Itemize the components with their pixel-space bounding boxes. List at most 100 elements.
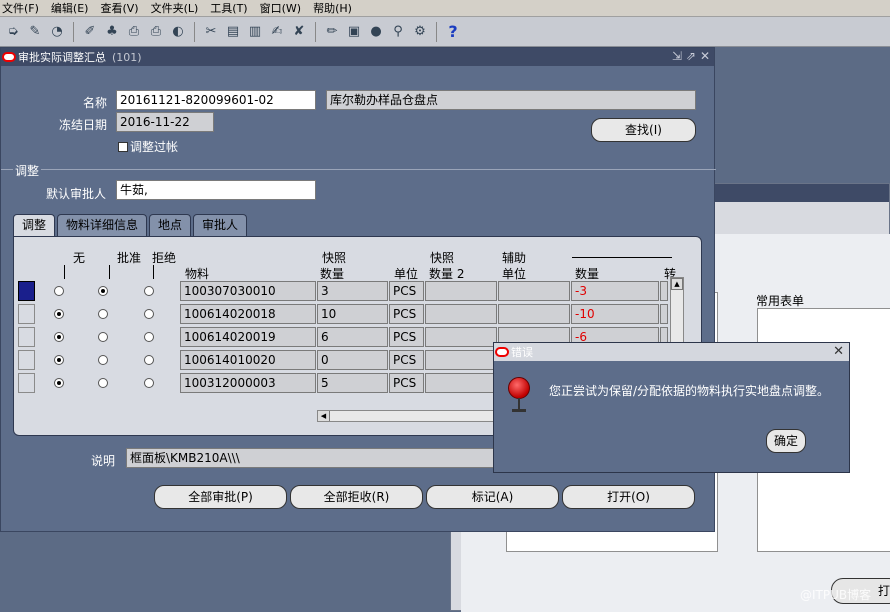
freeze-date-field[interactable]: 2016-11-22	[116, 112, 214, 132]
edit-icon[interactable]: ✏	[323, 23, 341, 41]
qty2-cell[interactable]	[425, 350, 497, 370]
scroll-up-icon[interactable]: ▲	[671, 278, 683, 290]
qty-cell[interactable]: 10	[317, 304, 388, 324]
menu-window[interactable]: 窗口(W)	[260, 0, 301, 16]
menu-folder[interactable]: 文件夹(L)	[151, 0, 199, 16]
radio-reject[interactable]	[144, 378, 154, 388]
radio-reject[interactable]	[144, 286, 154, 296]
new-icon[interactable]: ➭	[4, 23, 22, 41]
aux-uom-cell[interactable]	[498, 281, 570, 301]
flashlight-icon[interactable]: ✎	[26, 23, 44, 41]
radio-none[interactable]	[54, 309, 64, 319]
description-field[interactable]: 库尔勒办样品仓盘点	[326, 90, 696, 110]
radio-reject[interactable]	[144, 309, 154, 319]
uom-cell[interactable]: PCS	[389, 327, 424, 347]
menu-view[interactable]: 查看(V)	[100, 0, 138, 16]
close-icon[interactable]: ✕	[700, 49, 710, 63]
note-field[interactable]: 框面板\KMB210A\\\	[126, 448, 498, 468]
row-selector[interactable]	[18, 281, 35, 301]
uom-cell[interactable]: PCS	[389, 350, 424, 370]
help-icon[interactable]: ?	[444, 22, 462, 41]
vertical-scrollbar[interactable]: ▲	[670, 277, 684, 347]
minimize-icon[interactable]: ⇲	[672, 49, 682, 63]
zoom-icon[interactable]: ◐	[169, 23, 187, 41]
maximize-icon[interactable]: ⇗	[686, 49, 696, 63]
reject-all-button[interactable]: 全部拒收(R)	[290, 485, 423, 509]
item-cell[interactable]: 100312000003	[180, 373, 316, 393]
ok-button[interactable]: 确定	[766, 429, 806, 453]
qty-cell[interactable]: 5	[317, 373, 388, 393]
toolbar: ➭ ✎ ◔ ✐ ♣ ⎙ ⎙ ◐ ✂ ▤ ▥ ✍ ✘ ✏ ▣ ● ⚲ ⚙ ?	[0, 17, 890, 47]
radio-none[interactable]	[54, 332, 64, 342]
menu-tools[interactable]: 工具(T)	[210, 0, 247, 16]
scroll-left-icon[interactable]: ◀	[318, 411, 330, 421]
row-selector[interactable]	[18, 327, 35, 347]
aux-uom-cell[interactable]	[498, 304, 570, 324]
more-cell[interactable]	[660, 281, 668, 301]
radio-reject[interactable]	[144, 355, 154, 365]
row-selector[interactable]	[18, 304, 35, 324]
adjust-qty-cell[interactable]: -3	[571, 281, 659, 301]
name-label: 名称	[83, 96, 108, 110]
menu-help[interactable]: 帮助(H)	[313, 0, 352, 16]
qty2-cell[interactable]	[425, 373, 497, 393]
radio-none[interactable]	[54, 378, 64, 388]
radio-none[interactable]	[54, 355, 64, 365]
adjust-posted-checkbox[interactable]: 调整过帐	[118, 138, 178, 155]
radio-approve[interactable]	[98, 286, 108, 296]
more-cell[interactable]	[660, 304, 668, 324]
radio-none[interactable]	[54, 286, 64, 296]
qty-cell[interactable]: 3	[317, 281, 388, 301]
checkbox-box[interactable]	[118, 141, 128, 152]
tab-adjust[interactable]: 调整	[13, 214, 56, 236]
tab-item-details[interactable]: 物料详细信息	[57, 214, 148, 236]
tree-icon[interactable]: ♣	[103, 23, 121, 41]
item-cell[interactable]: 100614020019	[180, 327, 316, 347]
print-icon[interactable]: ⎙	[125, 23, 143, 41]
qty-cell[interactable]: 0	[317, 350, 388, 370]
mark-button[interactable]: 标记(A)	[426, 485, 559, 509]
close-icon[interactable]: ✕	[833, 344, 844, 359]
uom-cell[interactable]: PCS	[389, 373, 424, 393]
find-button[interactable]: 查找(I)	[591, 118, 696, 142]
qty2-cell[interactable]	[425, 304, 497, 324]
clear-icon[interactable]: ✍	[268, 23, 286, 41]
attachment-icon[interactable]: ▣	[345, 23, 363, 41]
uom-cell[interactable]: PCS	[389, 304, 424, 324]
qty-cell[interactable]: 6	[317, 327, 388, 347]
row-selector[interactable]	[18, 350, 35, 370]
item-cell[interactable]: 100307030010	[180, 281, 316, 301]
paste-icon[interactable]: ▥	[246, 23, 264, 41]
menu-edit[interactable]: 编辑(E)	[51, 0, 89, 16]
radio-approve[interactable]	[98, 332, 108, 342]
qty2-cell[interactable]	[425, 281, 497, 301]
horizontal-scrollbar[interactable]: ◀	[317, 410, 497, 422]
radio-approve[interactable]	[98, 378, 108, 388]
adjust-qty-cell[interactable]: -10	[571, 304, 659, 324]
radio-reject[interactable]	[144, 332, 154, 342]
copy-icon[interactable]: ▤	[224, 23, 242, 41]
delete-icon[interactable]: ✘	[290, 23, 308, 41]
paperclip-icon[interactable]: ⚲	[389, 23, 407, 41]
tab-approver[interactable]: 审批人	[193, 214, 248, 236]
item-cell[interactable]: 100614010020	[180, 350, 316, 370]
print-icon[interactable]: ⎙	[147, 23, 165, 41]
cut-icon[interactable]: ✂	[202, 23, 220, 41]
menu-file[interactable]: 文件(F)	[2, 0, 39, 16]
open-button[interactable]: 打开(O)	[562, 485, 695, 509]
globe-icon[interactable]: ●	[367, 23, 385, 41]
radio-approve[interactable]	[98, 309, 108, 319]
tab-location[interactable]: 地点	[149, 214, 192, 236]
approver-field[interactable]: 牛茹,	[116, 180, 316, 200]
row-selector[interactable]	[18, 373, 35, 393]
uom-cell[interactable]: PCS	[389, 281, 424, 301]
toolbar-separator	[194, 21, 195, 42]
navigator-icon[interactable]: ◔	[48, 23, 66, 41]
folder-tools-icon[interactable]: ⚙	[411, 23, 429, 41]
folder-open-icon[interactable]: ✐	[81, 23, 99, 41]
radio-approve[interactable]	[98, 355, 108, 365]
approve-all-button[interactable]: 全部审批(P)	[154, 485, 287, 509]
qty2-cell[interactable]	[425, 327, 497, 347]
item-cell[interactable]: 100614020018	[180, 304, 316, 324]
name-field[interactable]: 20161121-820099601-02	[116, 90, 316, 110]
